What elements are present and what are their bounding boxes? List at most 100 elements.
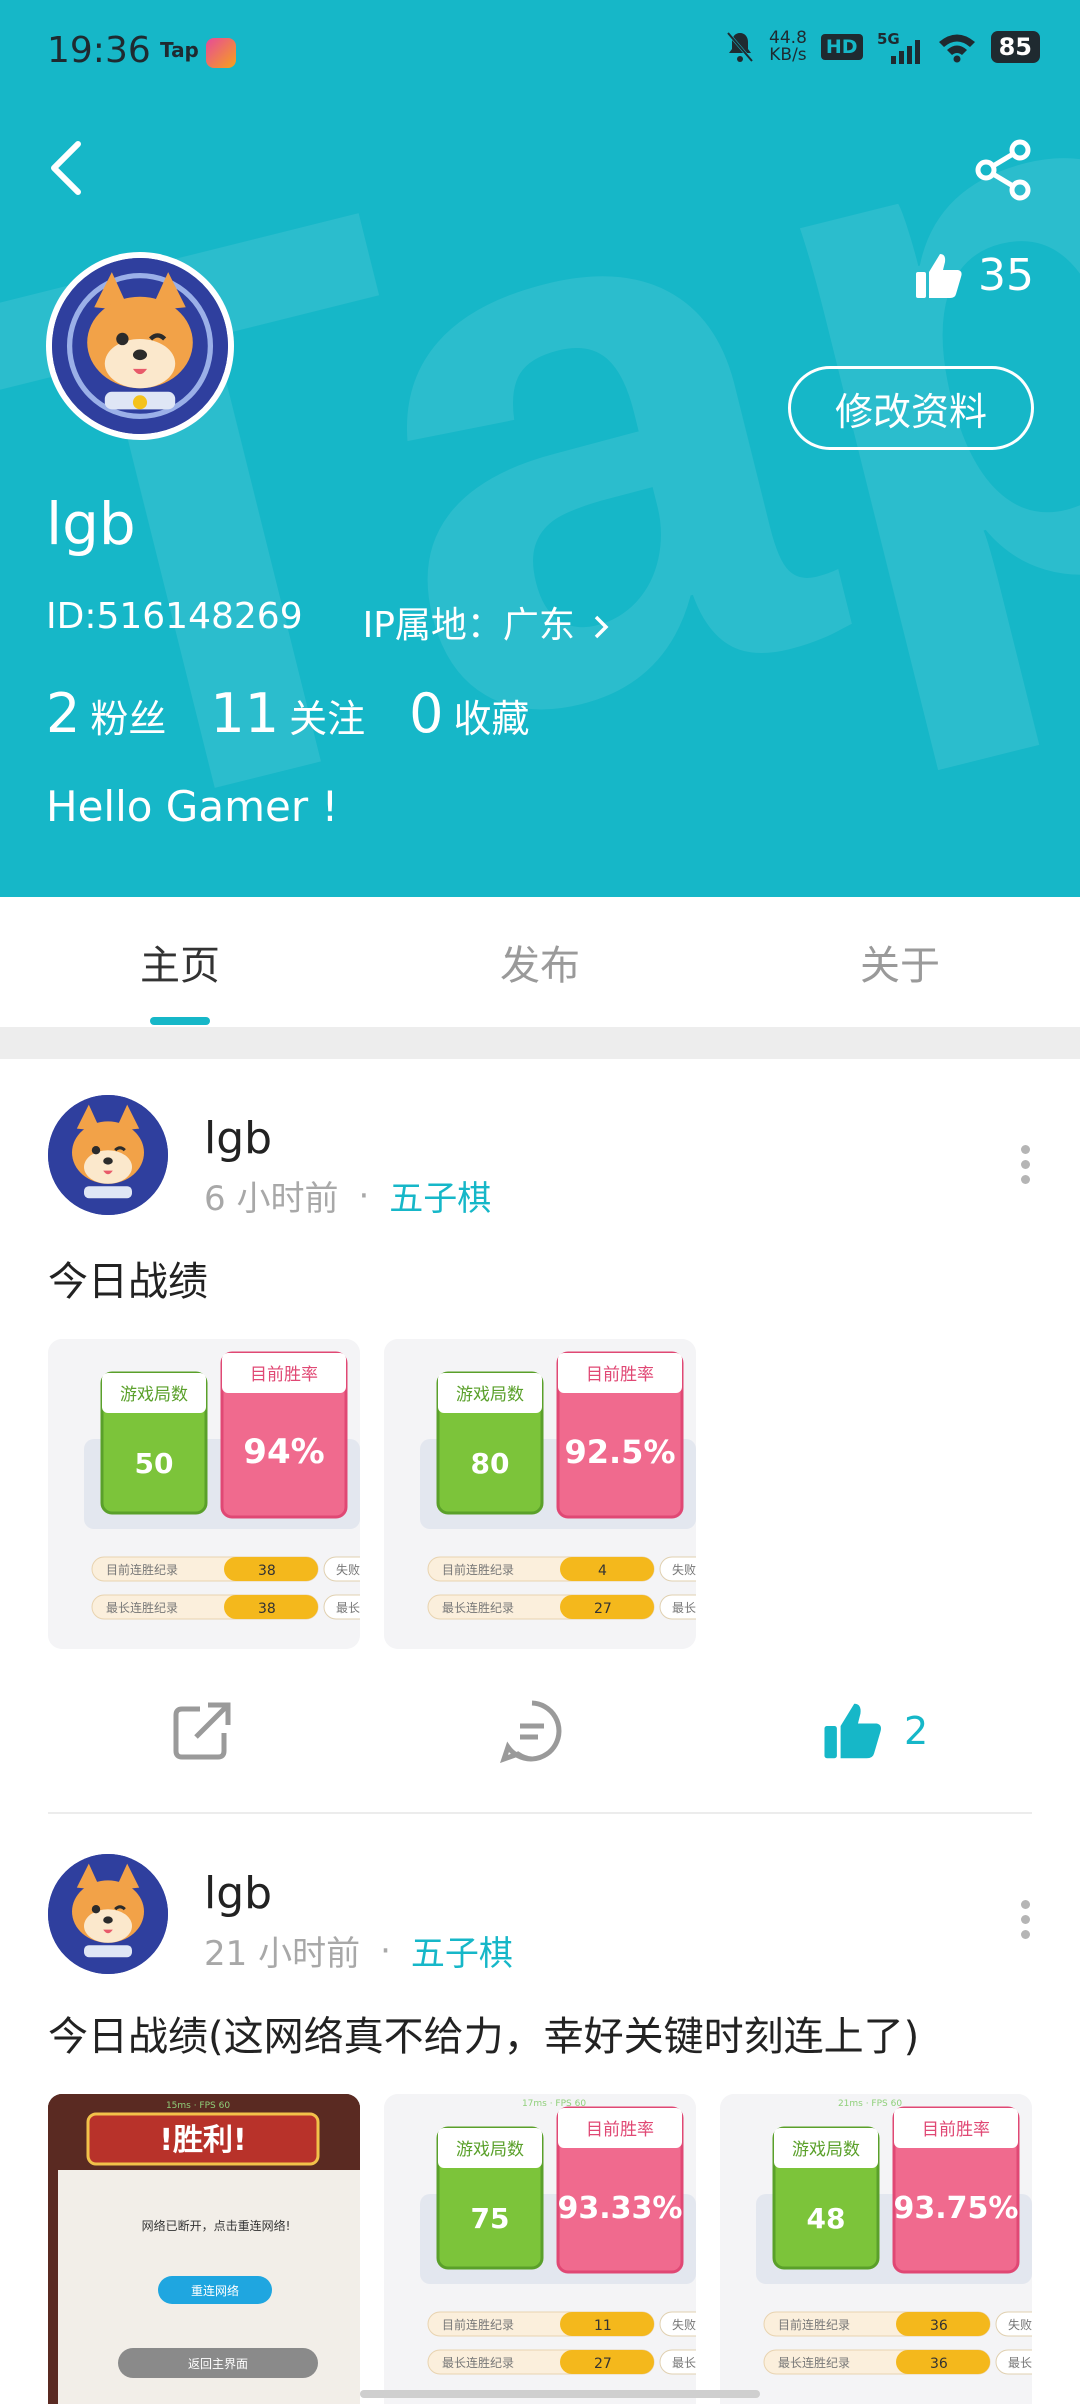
svg-text:目前胜率: 目前胜率 bbox=[250, 1365, 318, 1385]
shiba-avatar-icon bbox=[48, 1854, 168, 1974]
like-count: 2 bbox=[904, 1709, 929, 1753]
post-divider bbox=[48, 1812, 1032, 1814]
shiba-avatar-icon bbox=[52, 258, 228, 434]
svg-text:失败次数: 失败次数 bbox=[1008, 2317, 1032, 2332]
svg-text:36: 36 bbox=[930, 2356, 948, 2372]
svg-text:最长连败纪录: 最长连败纪录 bbox=[1008, 2355, 1032, 2370]
svg-text:11: 11 bbox=[594, 2318, 612, 2334]
mute-bell-icon bbox=[726, 32, 754, 62]
post-author-name[interactable]: lgb bbox=[204, 1113, 272, 1164]
svg-text:最长连胜纪录: 最长连胜纪录 bbox=[442, 2355, 514, 2370]
post-author-name[interactable]: lgb bbox=[204, 1868, 272, 1919]
post-meta: 6 小时前 · 五子棋 bbox=[204, 1171, 491, 1220]
svg-text:返回主界面: 返回主界面 bbox=[188, 2357, 248, 2371]
comment-icon bbox=[500, 1700, 562, 1763]
svg-text:目前连胜纪录: 目前连胜纪录 bbox=[106, 1562, 178, 1577]
svg-text:最长连胜纪录: 最长连胜纪录 bbox=[442, 1600, 514, 1615]
repost-button[interactable] bbox=[170, 1671, 234, 1791]
svg-text:最长连败纪录: 最长连败纪录 bbox=[672, 1600, 696, 1615]
post-image[interactable]: 15ms · FPS 60 !胜利! 网络已断开，点击重连网络! 重连网络 返回… bbox=[48, 2094, 360, 2404]
svg-text:失败次数: 失败次数 bbox=[672, 2317, 696, 2332]
more-options-icon[interactable] bbox=[1010, 1894, 1040, 1954]
like-button[interactable]: 2 bbox=[822, 1671, 928, 1791]
battery-level: 85 bbox=[990, 31, 1040, 63]
post-time: 6 小时前 bbox=[204, 1179, 339, 1219]
svg-text:94%: 94% bbox=[243, 1432, 324, 1472]
share-icon[interactable] bbox=[972, 138, 1036, 202]
signal-icon: 5G bbox=[877, 30, 920, 64]
svg-text:目前胜率: 目前胜率 bbox=[586, 2120, 654, 2140]
svg-text:92.5%: 92.5% bbox=[564, 1433, 675, 1471]
stats-screenshot: 游戏局数 50 目前胜率 94% 目前连胜纪录 38 失败次数 最长连胜纪录 3… bbox=[48, 1339, 360, 1649]
post-image[interactable]: 17ms · FPS 60 游戏局数 75 目前胜率 93.33% 目前连胜纪录… bbox=[384, 2094, 696, 2404]
post-author-avatar[interactable] bbox=[48, 1854, 168, 1974]
gesture-home-bar[interactable] bbox=[360, 2390, 760, 2398]
post-text: 今日战绩 bbox=[48, 1259, 208, 1305]
profile-bio: Hello Gamer ! bbox=[46, 782, 339, 831]
post-game-tag[interactable]: 五子棋 bbox=[411, 1926, 513, 1975]
svg-text:最长连胜纪录: 最长连胜纪录 bbox=[778, 2355, 850, 2370]
more-options-icon[interactable] bbox=[1010, 1139, 1040, 1199]
section-gap bbox=[0, 1027, 1080, 1059]
app-notification-icon bbox=[206, 38, 236, 68]
svg-text:21ms · FPS 60: 21ms · FPS 60 bbox=[838, 2099, 902, 2109]
net-speed: 44.8 KB/s bbox=[769, 28, 807, 65]
back-arrow-icon[interactable] bbox=[44, 138, 88, 198]
svg-text:50: 50 bbox=[135, 1447, 174, 1480]
svg-text:27: 27 bbox=[594, 1601, 612, 1617]
svg-text:!胜利!: !胜利! bbox=[159, 2123, 246, 2158]
post-time: 21 小时前 bbox=[204, 1934, 361, 1974]
shiba-avatar-icon bbox=[48, 1095, 168, 1215]
post-author-avatar[interactable] bbox=[48, 1095, 168, 1215]
svg-text:15ms · FPS 60: 15ms · FPS 60 bbox=[166, 2101, 230, 2111]
svg-text:5G: 5G bbox=[877, 30, 900, 48]
profile-avatar[interactable] bbox=[46, 252, 234, 440]
meta-separator: · bbox=[358, 1175, 370, 1216]
victory-screenshot: 15ms · FPS 60 !胜利! 网络已断开，点击重连网络! 重连网络 返回… bbox=[48, 2094, 360, 2404]
tab-home[interactable]: 主页 bbox=[0, 933, 360, 991]
svg-text:重连网络: 重连网络 bbox=[191, 2283, 239, 2298]
ip-location-link[interactable]: IP属地：广东 bbox=[363, 596, 611, 648]
svg-text:游戏局数: 游戏局数 bbox=[120, 1385, 188, 1405]
svg-text:80: 80 bbox=[471, 1447, 510, 1480]
thumbs-up-icon bbox=[824, 1703, 881, 1759]
stats-screenshot: 21ms · FPS 60 游戏局数 48 目前胜率 93.75% 目前连胜纪录… bbox=[720, 2094, 1032, 2404]
svg-text:93.75%: 93.75% bbox=[894, 2191, 1019, 2226]
profile-header: Tap 19:36 Tap 44.8 KB/s HD 5G 85 35 修改资料… bbox=[0, 0, 1080, 897]
stats-screenshot: 17ms · FPS 60 游戏局数 75 目前胜率 93.33% 目前连胜纪录… bbox=[384, 2094, 696, 2404]
post-image[interactable]: 游戏局数 80 目前胜率 92.5% 目前连胜纪录 4 失败次数 最长连胜纪录 … bbox=[384, 1339, 696, 1649]
stat-favorites[interactable]: 0 收藏 bbox=[409, 682, 529, 745]
wifi-icon bbox=[938, 34, 975, 63]
svg-text:目前连胜纪录: 目前连胜纪录 bbox=[442, 2317, 514, 2332]
svg-text:36: 36 bbox=[930, 2318, 948, 2334]
post-image[interactable]: 21ms · FPS 60 游戏局数 48 目前胜率 93.75% 目前连胜纪录… bbox=[720, 2094, 1032, 2404]
svg-text:27: 27 bbox=[594, 2356, 612, 2372]
svg-text:38: 38 bbox=[258, 1601, 276, 1617]
post-image[interactable]: 游戏局数 50 目前胜率 94% 目前连胜纪录 38 失败次数 最长连胜纪录 3… bbox=[48, 1339, 360, 1649]
svg-text:93.33%: 93.33% bbox=[558, 2191, 683, 2226]
svg-text:最长连胜纪录: 最长连胜纪录 bbox=[106, 1600, 178, 1615]
comment-button[interactable] bbox=[500, 1671, 564, 1791]
svg-text:游戏局数: 游戏局数 bbox=[456, 1385, 524, 1405]
svg-text:游戏局数: 游戏局数 bbox=[792, 2140, 860, 2160]
profile-likes[interactable]: 35 bbox=[914, 250, 1034, 301]
tab-about[interactable]: 关于 bbox=[720, 933, 1080, 991]
stat-following[interactable]: 11 关注 bbox=[210, 682, 365, 745]
post-actions: 2 bbox=[0, 1671, 1080, 1791]
taptap-status-icon: Tap bbox=[160, 38, 199, 62]
stat-fans[interactable]: 2 粉丝 bbox=[46, 682, 166, 745]
svg-text:75: 75 bbox=[471, 2202, 510, 2235]
edit-profile-button[interactable]: 修改资料 bbox=[788, 366, 1034, 450]
profile-username: lgb bbox=[46, 490, 136, 558]
post-meta: 21 小时前 · 五子棋 bbox=[204, 1926, 513, 1975]
svg-text:目前胜率: 目前胜率 bbox=[586, 1365, 654, 1385]
status-time: 19:36 bbox=[47, 30, 151, 71]
tab-posts[interactable]: 发布 bbox=[360, 933, 720, 991]
svg-text:网络已断开，点击重连网络!: 网络已断开，点击重连网络! bbox=[142, 2218, 291, 2233]
post-game-tag[interactable]: 五子棋 bbox=[389, 1171, 491, 1220]
profile-likes-count: 35 bbox=[978, 250, 1034, 301]
svg-text:目前连胜纪录: 目前连胜纪录 bbox=[778, 2317, 850, 2332]
profile-id: ID:516148269 bbox=[46, 596, 303, 637]
svg-text:目前连胜纪录: 目前连胜纪录 bbox=[442, 1562, 514, 1577]
active-tab-indicator bbox=[150, 1017, 210, 1025]
